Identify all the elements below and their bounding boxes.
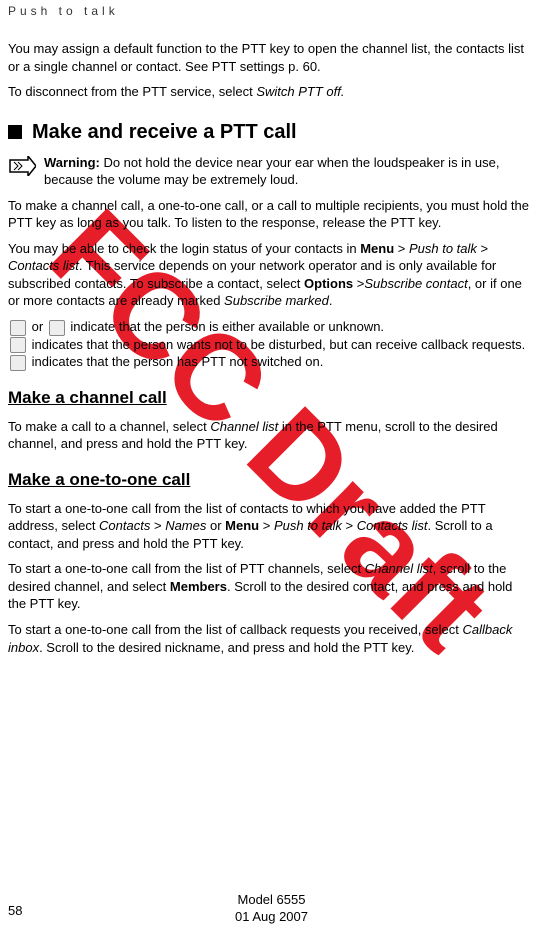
text: >: [259, 518, 274, 533]
text: or: [206, 518, 225, 533]
running-header: Push to talk: [0, 0, 543, 22]
text: >: [150, 518, 165, 533]
paragraph: To start a one-to-one call from the list…: [8, 621, 529, 656]
paragraph: To disconnect from the PTT service, sele…: [8, 83, 529, 101]
paragraph: To start a one-to-one call from the list…: [8, 500, 529, 553]
text-italic: Switch PTT off.: [256, 84, 344, 99]
paragraph: To start a one-to-one call from the list…: [8, 560, 529, 613]
text-italic: Subscribe contact: [364, 276, 467, 291]
text-italic: Contacts: [99, 518, 150, 533]
text: To make a call to a channel, select: [8, 419, 210, 434]
text-italic: Names: [165, 518, 206, 533]
text-italic: Contacts list: [357, 518, 428, 533]
warning-icon: [8, 156, 36, 181]
text: >: [342, 518, 357, 533]
text-italic: Subscribe marked: [224, 293, 329, 308]
text-italic: Channel list: [365, 561, 433, 576]
text-bold: Menu: [225, 518, 259, 533]
warning-label: Warning:: [44, 155, 100, 170]
text-italic: Channel list: [210, 419, 278, 434]
subsection-heading: Make a one-to-one call: [8, 469, 529, 492]
paragraph: You may be able to check the login statu…: [8, 240, 529, 310]
paragraph: You may assign a default function to the…: [8, 40, 529, 75]
status-dnd-icon: [10, 337, 26, 353]
text: To disconnect from the PTT service, sele…: [8, 84, 256, 99]
text: indicate that the person is either avail…: [67, 319, 384, 334]
status-off-icon: [10, 355, 26, 371]
subsection-heading: Make a channel call: [8, 387, 529, 410]
text-italic: Push to talk: [274, 518, 342, 533]
text-italic: Push to talk: [409, 241, 477, 256]
text-bold: Members: [170, 579, 227, 594]
square-bullet-icon: [8, 125, 22, 139]
text: You may be able to check the login statu…: [8, 241, 360, 256]
status-available-icon: [10, 320, 26, 336]
section-heading: Make and receive a PTT call: [32, 119, 297, 146]
status-unknown-icon: [49, 320, 65, 336]
warning-text: Warning: Do not hold the device near you…: [44, 154, 529, 189]
text: >: [353, 276, 364, 291]
text: or: [28, 319, 47, 334]
text: >: [394, 241, 409, 256]
paragraph: or indicate that the person is either av…: [8, 318, 529, 371]
footer-date: 01 Aug 2007: [235, 909, 308, 926]
text-italic: Contacts list: [8, 258, 79, 273]
text: indicates that the person wants not to b…: [28, 337, 525, 352]
section-heading-row: Make and receive a PTT call: [8, 119, 529, 146]
text-bold: Options: [304, 276, 353, 291]
text: To start a one-to-one call from the list…: [8, 561, 365, 576]
text: >: [477, 241, 488, 256]
footer-model: Model 6555: [235, 892, 308, 909]
text: . Scroll to the desired nickname, and pr…: [39, 640, 414, 655]
warning-block: Warning: Do not hold the device near you…: [8, 154, 529, 189]
text: Do not hold the device near your ear whe…: [44, 155, 499, 188]
text: .: [329, 293, 333, 308]
paragraph: To make a call to a channel, select Chan…: [8, 418, 529, 453]
text: indicates that the person has PTT not sw…: [28, 354, 323, 369]
footer: Model 6555 01 Aug 2007: [0, 892, 543, 926]
text: To start a one-to-one call from the list…: [8, 622, 463, 637]
paragraph: To make a channel call, a one-to-one cal…: [8, 197, 529, 232]
text-bold: Menu: [360, 241, 394, 256]
